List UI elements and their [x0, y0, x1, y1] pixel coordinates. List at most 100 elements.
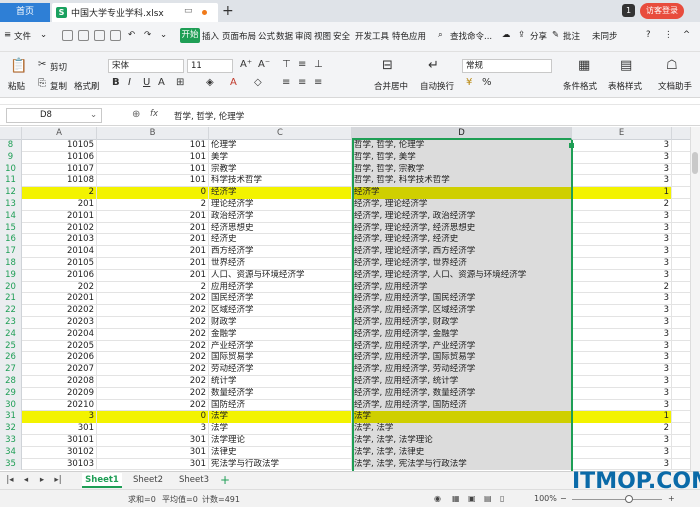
- cell-c[interactable]: 经济思想史: [209, 222, 352, 235]
- cell-d[interactable]: 经济学, 理论经济学, 世界经济: [352, 258, 572, 270]
- file-tab[interactable]: S 中国大学专业学科.xlsx ▭: [52, 3, 218, 22]
- row-number[interactable]: 9: [0, 151, 22, 164]
- cell-a[interactable]: 30103: [22, 458, 97, 471]
- cell-e[interactable]: 3: [572, 352, 672, 365]
- row-number[interactable]: 10: [0, 163, 22, 176]
- cell-a[interactable]: 20101: [22, 210, 97, 223]
- cell-d[interactable]: 法学, 法学, 宪法学与行政法学: [352, 458, 572, 471]
- cell-a[interactable]: 202: [22, 281, 97, 294]
- cell-c[interactable]: 区域经济学: [209, 305, 352, 317]
- menu-file[interactable]: 文件: [14, 30, 31, 42]
- cell-d[interactable]: 法学, 法学, 法学理论: [352, 435, 572, 447]
- cell-d[interactable]: 经济学, 应用经济学, 国际贸易学: [352, 352, 572, 365]
- cell-b[interactable]: 201: [97, 246, 209, 258]
- fill-handle[interactable]: [569, 143, 574, 148]
- currency-icon[interactable]: ¥: [466, 77, 472, 88]
- cell-d[interactable]: 法学, 法学, 法律史: [352, 446, 572, 459]
- cell-d[interactable]: 经济学, 理论经济学, 西方经济学: [352, 246, 572, 258]
- menu-developer[interactable]: 开发工具: [355, 30, 389, 42]
- cell-c[interactable]: 数量经济学: [209, 387, 352, 400]
- cell-c[interactable]: 劳动经济学: [209, 364, 352, 376]
- format-painter-button[interactable]: 格式刷: [74, 80, 100, 92]
- column-header-d[interactable]: D: [352, 127, 572, 140]
- next-sheet-icon[interactable]: ▸: [36, 473, 48, 488]
- cell-a[interactable]: 20207: [22, 364, 97, 376]
- cell-c[interactable]: 经济学: [209, 187, 352, 199]
- row-number[interactable]: 33: [0, 435, 22, 447]
- cell-d[interactable]: 经济学, 应用经济学: [352, 281, 572, 294]
- align-middle-icon[interactable]: ≡: [298, 59, 306, 70]
- cell-a[interactable]: 30102: [22, 446, 97, 459]
- help-icon[interactable]: ?: [646, 30, 651, 40]
- first-sheet-icon[interactable]: |◂: [4, 473, 16, 488]
- column-header-c[interactable]: C: [209, 127, 352, 140]
- cell-b[interactable]: 201: [97, 222, 209, 235]
- row-number[interactable]: 19: [0, 269, 22, 282]
- cell-d[interactable]: 经济学, 应用经济学, 产业经济学: [352, 340, 572, 353]
- cell-b[interactable]: 202: [97, 305, 209, 317]
- font-size-select[interactable]: 11: [187, 59, 233, 73]
- zoom-out-button[interactable]: −: [560, 494, 567, 503]
- more-icon[interactable]: ⋮: [664, 30, 673, 40]
- cell-e[interactable]: 3: [572, 140, 672, 152]
- row-number[interactable]: 35: [0, 458, 22, 471]
- cell-a[interactable]: 201: [22, 199, 97, 211]
- cell-b[interactable]: 202: [97, 376, 209, 388]
- cell-c[interactable]: 财政学: [209, 317, 352, 329]
- cell-b[interactable]: 202: [97, 364, 209, 376]
- formula-input[interactable]: 哲学, 哲学, 伦理学: [174, 110, 244, 122]
- cell-e[interactable]: 3: [572, 151, 672, 164]
- cell-c[interactable]: 宪法学与行政法学: [209, 458, 352, 471]
- cell-d[interactable]: 经济学, 应用经济学, 国民经济学: [352, 293, 572, 306]
- cell-b[interactable]: 202: [97, 340, 209, 353]
- cell-a[interactable]: 20201: [22, 293, 97, 306]
- italic-icon[interactable]: I: [128, 77, 131, 88]
- print-preview-icon[interactable]: [110, 30, 121, 41]
- cell-a[interactable]: 20209: [22, 387, 97, 400]
- monitor-icon[interactable]: ▭: [184, 6, 193, 16]
- cell-d[interactable]: 经济学, 理论经济学, 经济思想史: [352, 222, 572, 235]
- cell-d[interactable]: 经济学, 应用经济学, 金融学: [352, 328, 572, 341]
- cell-c[interactable]: 宗教学: [209, 163, 352, 176]
- cell-c[interactable]: 科学技术哲学: [209, 175, 352, 188]
- align-center-icon[interactable]: ≡: [298, 77, 306, 88]
- comment-icon[interactable]: ✎: [552, 30, 559, 40]
- cell-e[interactable]: 3: [572, 340, 672, 353]
- cell-d[interactable]: 经济学, 应用经济学, 财政学: [352, 317, 572, 329]
- menu-data[interactable]: 数据: [276, 30, 293, 42]
- cell-d[interactable]: 哲学, 哲学, 科学技术哲学: [352, 175, 572, 188]
- row-number[interactable]: 28: [0, 376, 22, 388]
- row-number[interactable]: 15: [0, 222, 22, 235]
- cell-b[interactable]: 201: [97, 258, 209, 270]
- row-number[interactable]: 34: [0, 446, 22, 459]
- share-button[interactable]: 分享: [530, 30, 547, 42]
- cell-c[interactable]: 法律史: [209, 446, 352, 459]
- cell-d[interactable]: 哲学, 哲学, 美学: [352, 151, 572, 164]
- cell-b[interactable]: 201: [97, 210, 209, 223]
- cell-a[interactable]: 10107: [22, 163, 97, 176]
- cell-e[interactable]: 3: [572, 364, 672, 376]
- cell-a[interactable]: 20104: [22, 246, 97, 258]
- copy-icon[interactable]: ⎘: [38, 78, 46, 89]
- merge-icon[interactable]: ⊟: [382, 58, 393, 73]
- row-number[interactable]: 25: [0, 340, 22, 353]
- chevron-down-icon[interactable]: ⌄: [160, 30, 167, 40]
- add-sheet-button[interactable]: +: [218, 473, 232, 488]
- cell-d[interactable]: 经济学, 应用经济学, 统计学: [352, 376, 572, 388]
- row-number[interactable]: 21: [0, 293, 22, 306]
- prev-sheet-icon[interactable]: ◂: [20, 473, 32, 488]
- cell-e[interactable]: 3: [572, 234, 672, 247]
- underline-icon[interactable]: U: [143, 77, 150, 88]
- menu-insert[interactable]: 插入: [202, 30, 219, 42]
- cell-b[interactable]: 301: [97, 435, 209, 447]
- clear-icon[interactable]: ◇: [254, 77, 262, 88]
- cell-e[interactable]: 3: [572, 258, 672, 270]
- chevron-down-icon[interactable]: ⌄: [90, 110, 97, 120]
- hamburger-icon[interactable]: ≡: [4, 30, 11, 40]
- cell-e[interactable]: 2: [572, 199, 672, 211]
- cell-a[interactable]: 20202: [22, 305, 97, 317]
- cell-e[interactable]: 2: [572, 423, 672, 435]
- wrap-text-button[interactable]: 自动换行: [420, 80, 454, 92]
- vertical-scrollbar[interactable]: [690, 127, 700, 471]
- cell-a[interactable]: 20206: [22, 352, 97, 365]
